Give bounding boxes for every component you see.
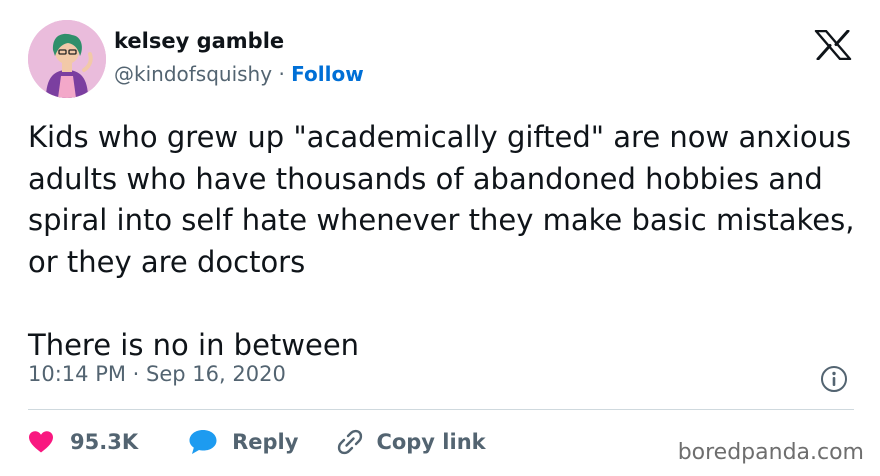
divider bbox=[28, 409, 854, 410]
author-name[interactable]: kelsey gamble bbox=[114, 29, 284, 53]
tweet-time[interactable]: 10:14 PM bbox=[28, 362, 126, 386]
reply-button[interactable]: Reply bbox=[188, 428, 298, 456]
tweet-timestamp[interactable]: 10:14 PM · Sep 16, 2020 bbox=[28, 362, 286, 386]
watermark: boredpanda.com bbox=[677, 440, 864, 465]
tweet-card: kelsey gamble @kindofsquishy · Follow Ki… bbox=[0, 0, 880, 476]
author-handle-line: @kindofsquishy · Follow bbox=[114, 62, 364, 86]
avatar[interactable] bbox=[28, 20, 106, 98]
author-handle[interactable]: @kindofsquishy bbox=[114, 62, 272, 86]
info-icon[interactable] bbox=[819, 364, 849, 394]
tweet-actions: 95.3K Reply Copy link bbox=[28, 424, 486, 460]
copy-link-button[interactable]: Copy link bbox=[336, 428, 486, 456]
like-count: 95.3K bbox=[70, 430, 139, 454]
like-button[interactable]: 95.3K bbox=[28, 430, 138, 454]
copy-link-label: Copy link bbox=[376, 430, 486, 454]
x-logo-icon[interactable] bbox=[814, 29, 852, 61]
handle-separator: · bbox=[278, 62, 285, 86]
heart-icon bbox=[29, 431, 53, 453]
timestamp-separator: · bbox=[132, 362, 140, 386]
avatar-illustration bbox=[28, 20, 106, 98]
reply-label: Reply bbox=[232, 430, 299, 454]
tweet-date[interactable]: Sep 16, 2020 bbox=[146, 362, 286, 386]
reply-bubble-icon bbox=[189, 430, 217, 454]
follow-button[interactable]: Follow bbox=[291, 62, 364, 86]
link-icon bbox=[338, 429, 363, 455]
tweet-text: Kids who grew up "academically gifted" a… bbox=[28, 120, 855, 362]
